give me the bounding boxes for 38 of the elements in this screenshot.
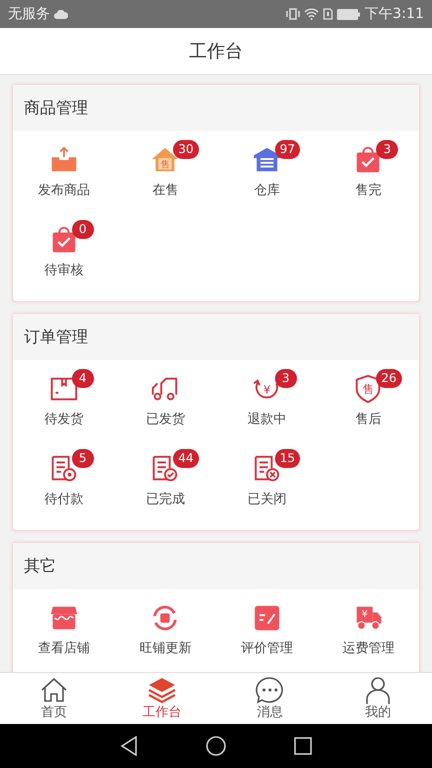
- menu-item[interactable]: 发布商品: [38, 145, 90, 200]
- vibrate-icon: [286, 8, 300, 20]
- page-title: 工作台: [189, 40, 243, 64]
- section-title: 商品管理: [24, 97, 88, 119]
- count-badge: 30: [173, 140, 199, 159]
- section-title: 订单管理: [24, 326, 88, 348]
- person-icon: [363, 676, 393, 704]
- chat-bubble-icon: [255, 676, 285, 704]
- tab-item[interactable]: 工作台: [108, 673, 216, 724]
- count-badge: 4: [72, 369, 94, 388]
- back-icon[interactable]: [120, 736, 138, 756]
- sim-icon: [322, 8, 333, 20]
- count-badge: 44: [173, 449, 199, 468]
- tab-item[interactable]: 我的: [324, 673, 432, 724]
- menu-item[interactable]: ¥ 运费管理: [342, 603, 394, 658]
- wifi-icon: [304, 8, 319, 20]
- count-badge: 0: [72, 220, 94, 239]
- count-badge: 26: [376, 369, 402, 388]
- layers-icon: [147, 676, 177, 704]
- count-badge: 3: [376, 140, 398, 159]
- menu-item[interactable]: 已发货: [146, 374, 185, 430]
- carrier-text: 无服务: [8, 4, 50, 24]
- menu-item[interactable]: 评价管理: [240, 603, 293, 658]
- battery-icon: [336, 8, 361, 20]
- menu-item[interactable]: 旺铺更新: [139, 603, 192, 658]
- count-badge: 5: [72, 449, 94, 468]
- home-icon: [39, 676, 69, 704]
- clock-time: 下午3:11: [364, 4, 424, 24]
- recents-square-icon[interactable]: [294, 737, 312, 755]
- count-badge: 15: [274, 449, 300, 468]
- home-circle-icon[interactable]: [206, 736, 226, 756]
- tab-item[interactable]: 消息: [216, 673, 324, 724]
- count-badge: 97: [274, 140, 300, 159]
- cloud-icon: [54, 10, 68, 18]
- count-badge: 3: [274, 369, 297, 388]
- section-title: 其它: [24, 555, 56, 577]
- tab-item[interactable]: 首页: [0, 673, 108, 724]
- menu-item[interactable]: 查看店铺: [38, 603, 90, 658]
